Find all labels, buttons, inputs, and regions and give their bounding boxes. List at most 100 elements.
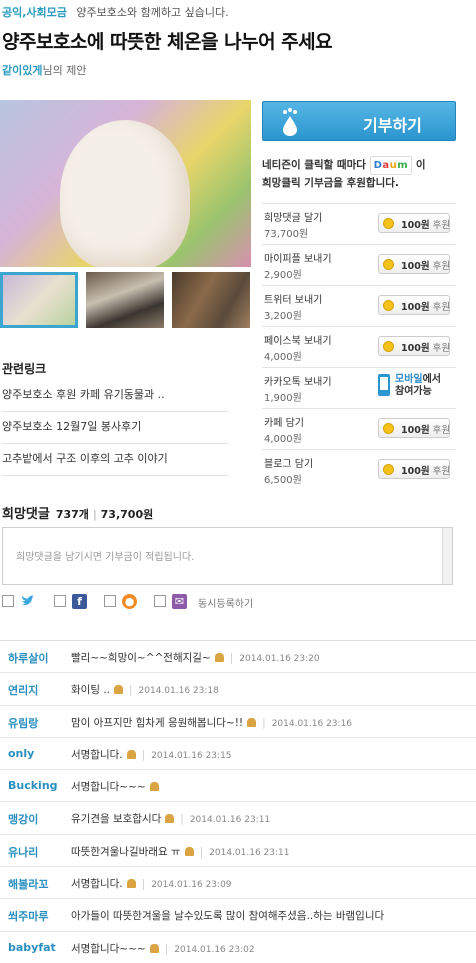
- coin-icon: [383, 300, 394, 311]
- sponsor-line1-b: 이: [415, 159, 426, 171]
- coin-icon: [383, 423, 394, 434]
- page-title: 양주보호소에 따뜻한 체온을 나누어 주세요: [2, 31, 333, 53]
- pill-unit: 후원: [432, 302, 451, 313]
- comment-text: 맘이 아프지만 힘차게 응원해봅니다~!!: [71, 716, 244, 729]
- comment-time: 2014.01.16 23:11: [189, 815, 271, 826]
- comment-text: 따뜻한겨울나길바래요 ㅠ: [71, 845, 181, 858]
- donate-pill-button[interactable]: 100원 후원: [378, 336, 450, 356]
- comment-nick[interactable]: 맹강이: [8, 811, 38, 827]
- mobile-word: 모바일: [395, 374, 423, 385]
- proposer-nick[interactable]: 같이있게: [2, 64, 42, 77]
- bell-icon[interactable]: [149, 782, 159, 792]
- kakao-checkbox[interactable]: [154, 595, 166, 607]
- share-label: 동시등록하기: [198, 599, 254, 610]
- donate-pill-button[interactable]: 100원 후원: [378, 213, 450, 233]
- hope-comments-title: 희망댓글: [2, 507, 50, 522]
- comment-text: 아가들이 따뜻한겨울을 날수있도록 많이 참여해주셨음..하는 바램입니다: [71, 910, 385, 923]
- pill-value: 100원: [401, 466, 430, 477]
- message-icon: ✉: [172, 594, 187, 609]
- thumbnail-1[interactable]: [0, 272, 78, 328]
- donate-row-comment: 희망댓글 달기 73,700원 100원 후원: [262, 203, 456, 243]
- comment-list: 하루살이 빨리~~희망이~^^전해지길~ | 2014.01.16 23:20 연리…: [0, 640, 476, 963]
- comment-row: 쐬주마루 아가들이 따뜻한겨울을 날수있도록 많이 참여해주셨음..하는 바램입…: [0, 899, 476, 932]
- bell-icon[interactable]: [114, 685, 123, 695]
- donate-row-facebook: 페이스북 보내기 4,000원 100원 후원: [262, 326, 456, 366]
- pill-value: 100원: [401, 302, 430, 313]
- comment-nick[interactable]: 쐬주마루: [8, 908, 48, 924]
- comment-time: 2014.01.16 23:09: [151, 880, 232, 891]
- coin-icon: [383, 218, 394, 229]
- comment-nick[interactable]: 연리지: [8, 682, 38, 698]
- donate-button[interactable]: 기부하기: [262, 101, 456, 141]
- donate-pill-button[interactable]: 100원 후원: [378, 295, 450, 315]
- comment-text: 서명합니다.: [71, 748, 123, 761]
- related-links-title: 관련링크: [2, 362, 47, 376]
- pill-unit: 후원: [432, 425, 451, 436]
- donate-row-cafe: 카페 담기 4,000원 100원 후원: [262, 408, 456, 448]
- bell-icon[interactable]: [184, 846, 194, 856]
- facebook-checkbox[interactable]: [54, 595, 66, 607]
- donate-row-blog: 블로그 담기 6,500원 100원 후원: [262, 449, 456, 489]
- donate-pill-button[interactable]: 100원 후원: [378, 418, 450, 438]
- comment-time: 2014.01.16 23:02: [174, 944, 255, 955]
- comment-nick[interactable]: 유나리: [8, 844, 38, 860]
- comment-divider: |: [229, 652, 234, 664]
- comment-divider: |: [199, 845, 204, 858]
- pill-unit: 후원: [432, 220, 451, 231]
- bell-icon[interactable]: [149, 943, 159, 953]
- comment-text: 화이팅 ..: [71, 684, 110, 697]
- comment-row: 유림랑 맘이 아프지만 힘차게 응원해봅니다~!! | 2014.01.16 23:…: [0, 706, 476, 738]
- mypeople-checkbox[interactable]: [104, 595, 116, 607]
- comment-row: only 서명합니다. | 2014.01.16 23:15: [0, 738, 476, 771]
- hope-comments-header: 희망댓글 737개 | 73,700원: [2, 503, 153, 522]
- comment-row: babyfat 서명합니다~~~ | 2014.01.16 23:02: [0, 932, 476, 963]
- category-link[interactable]: 공익,사회모금: [2, 6, 67, 19]
- bell-icon[interactable]: [126, 749, 136, 759]
- pill-unit: 후원: [432, 466, 451, 477]
- bell-icon[interactable]: [165, 814, 175, 824]
- bell-icon[interactable]: [214, 653, 224, 662]
- comment-nick[interactable]: babyfat: [8, 941, 56, 954]
- comment-input[interactable]: 희망댓글을 남기시면 기부금이 적립됩니다.: [2, 527, 453, 585]
- comment-nick[interactable]: Bucking: [8, 779, 58, 792]
- comment-time: 2014.01.16 23:18: [138, 686, 219, 697]
- mobile-phone-icon: [378, 374, 390, 396]
- donate-row-amount: 4,000원: [264, 434, 302, 445]
- sponsor-line1-a: 네티즌이 클릭할 때마다: [262, 159, 366, 171]
- related-link-3[interactable]: 고추밭에서 구조 이후의 고추 이야기: [2, 450, 228, 476]
- donate-row-twitter: 트위터 보내기 3,200원 100원 후원: [262, 285, 456, 325]
- bell-icon[interactable]: [126, 879, 136, 889]
- thumbnail-3[interactable]: [172, 272, 250, 328]
- category-line: 공익,사회모금 양주보호소와 함께하고 싶습니다.: [2, 4, 229, 20]
- comment-divider: |: [141, 748, 146, 761]
- comment-divider: |: [129, 684, 133, 697]
- donate-pill-button[interactable]: 100원 후원: [378, 254, 450, 274]
- thumbnail-2[interactable]: [86, 272, 164, 328]
- donate-row-label: 카페 담기: [264, 418, 304, 429]
- campaign-subtitle: 양주보호소와 함께하고 싶습니다.: [76, 6, 229, 19]
- donate-row-label: 카카오톡 보내기: [264, 377, 332, 388]
- pill-unit: 후원: [432, 343, 451, 354]
- comment-nick[interactable]: 해볼라꼬: [8, 876, 48, 892]
- proposer-line: 같이있게님의 제안: [2, 62, 86, 78]
- comment-divider: |: [141, 878, 146, 891]
- donate-row-amount: 73,700원: [264, 229, 309, 240]
- bell-icon[interactable]: [247, 717, 257, 727]
- sponsor-line2: 희망클릭 기부금을 후원합니다.: [262, 177, 399, 189]
- donate-pill-button[interactable]: 100원 후원: [378, 459, 450, 479]
- comment-nick[interactable]: 유림랑: [8, 715, 38, 731]
- twitter-checkbox[interactable]: [2, 595, 14, 607]
- comment-nick[interactable]: only: [8, 747, 34, 760]
- comment-scrollbar[interactable]: [442, 528, 452, 584]
- coin-icon: [383, 341, 394, 352]
- donate-row-mypeople: 마이피플 보내기 2,900원 100원 후원: [262, 244, 456, 284]
- comment-nick[interactable]: 하루살이: [8, 650, 48, 666]
- donate-row-label: 희망댓글 달기: [264, 213, 323, 224]
- mobile-participate: 참여가능: [395, 386, 432, 397]
- donate-row-amount: 1,900원: [264, 393, 302, 404]
- related-link-2[interactable]: 양주보호소 12월7일 봉사후기: [2, 418, 228, 444]
- related-link-1[interactable]: 양주보호소 후원 카페 유기동물과 ..: [2, 386, 228, 412]
- donate-row-label: 블로그 담기: [264, 459, 314, 470]
- comment-divider: |: [164, 942, 169, 955]
- comment-row: 연리지 화이팅 .. | 2014.01.16 23:18: [0, 673, 476, 706]
